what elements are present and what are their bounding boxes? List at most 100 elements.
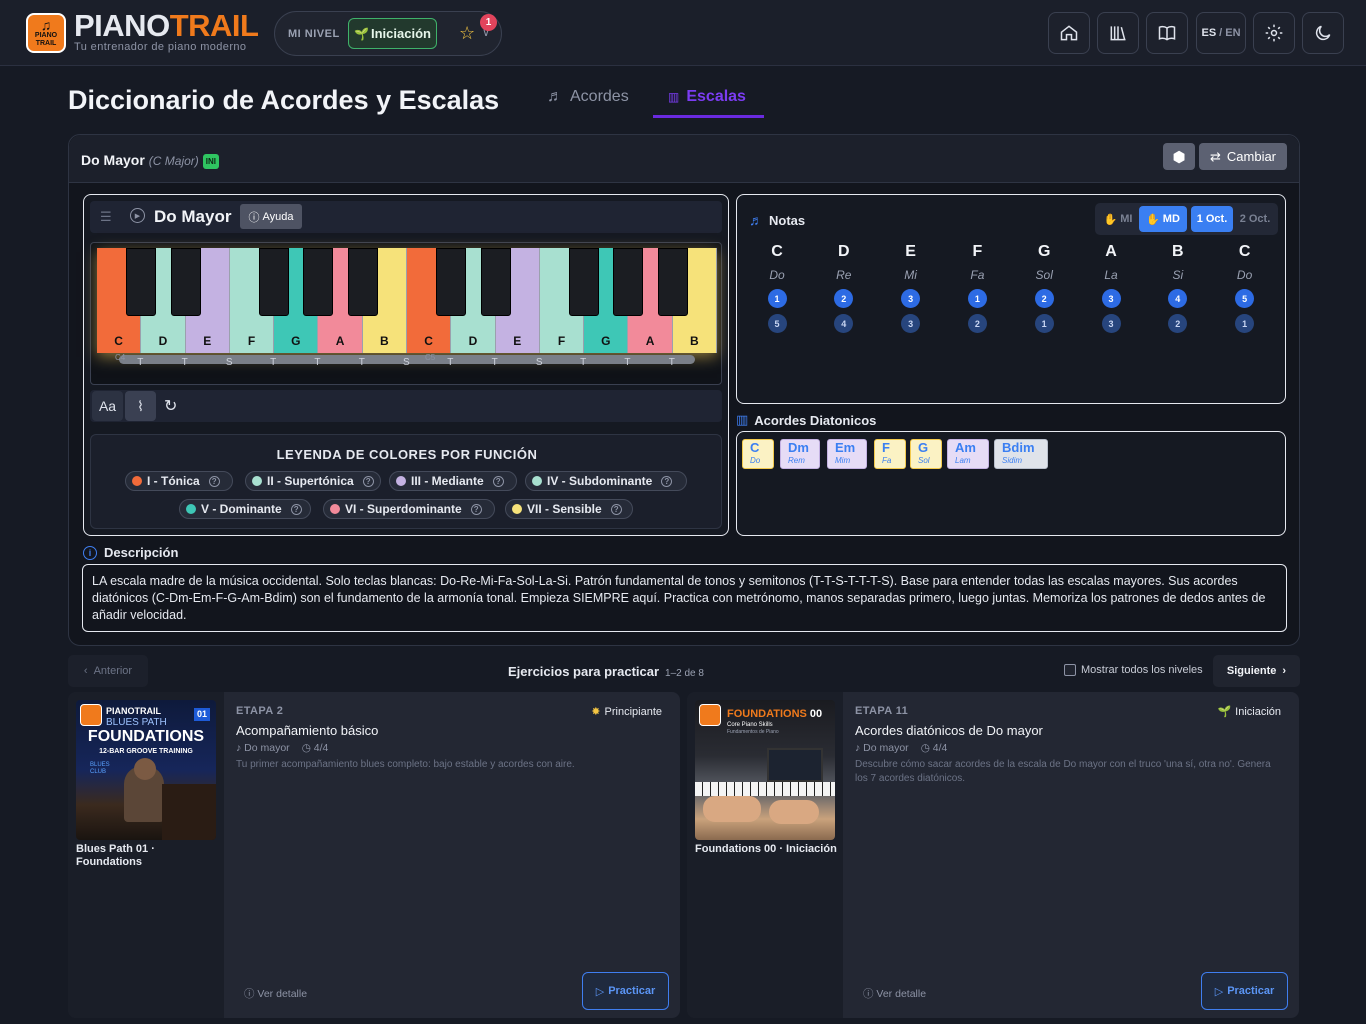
diatonic-chord[interactable]: F Fa (874, 439, 906, 469)
exercise-card[interactable]: PIANOTRAIL BLUES PATH 01 FOUNDATIONS 12-… (68, 692, 680, 1018)
left-hand-finger: 4 (834, 314, 854, 333)
help-icon[interactable]: ? (290, 503, 302, 515)
exercise-description: Descubre cómo sacar acordes de la escala… (855, 759, 1271, 784)
change-button[interactable]: ⇄ Cambiar (1199, 143, 1287, 170)
sprout-icon: 🌱 (354, 26, 369, 41)
diatonic-chord[interactable]: Dm Rem (780, 439, 820, 469)
notes-header: ♬ Notas (749, 212, 805, 228)
refresh-icon[interactable]: ↻ (164, 396, 177, 416)
exercise-title: Acompañamiento básico (236, 723, 379, 738)
random-button[interactable]: ⬢ (1163, 143, 1195, 170)
help-button[interactable]: ⓘ Ayuda (240, 204, 302, 229)
practice-button[interactable]: ▷ Practicar (1201, 972, 1288, 1010)
book-button[interactable] (1146, 12, 1188, 54)
swap-icon: ⇄ (1209, 148, 1221, 164)
tab-acordes[interactable]: ♬ Acordes (547, 88, 629, 106)
scale-title: Do Mayor (C Major) INI (81, 152, 220, 169)
show-all-checkbox[interactable] (1064, 664, 1076, 676)
two-octave-button[interactable]: 2 Oct. (1235, 206, 1275, 232)
black-key[interactable] (657, 248, 688, 316)
help-icon[interactable]: ? (470, 503, 482, 515)
settings-button[interactable] (1253, 12, 1295, 54)
next-button[interactable]: Siguiente › (1213, 655, 1300, 687)
hand-icon: ✋ (1103, 213, 1118, 226)
language-toggle[interactable]: ES / EN (1196, 12, 1246, 54)
diatonic-chord[interactable]: Am Lam (947, 439, 989, 469)
chord-name: G (918, 440, 929, 455)
legend-chip[interactable]: V - Dominante? (179, 499, 311, 519)
dice-icon: ⬢ (1172, 148, 1186, 166)
one-octave-button[interactable]: 1 Oct. (1191, 206, 1233, 232)
diatonic-chords-card: C Do Dm Rem Em Mim F Fa G Sol Am Lam Bdim Sidim (736, 431, 1286, 536)
legend-label: V - Dominante (201, 502, 282, 516)
chord-solfege: Rem (788, 456, 805, 465)
legend-chip[interactable]: I - Tónica? (125, 471, 233, 491)
home-button[interactable] (1048, 12, 1090, 54)
tab-escalas[interactable]: ▥ Escalas (668, 88, 746, 106)
legend-chip[interactable]: VI - Superdominante? (323, 499, 495, 519)
right-hand-label: MD (1162, 213, 1180, 225)
black-key[interactable] (126, 248, 157, 316)
help-icon[interactable]: ? (362, 475, 374, 487)
help-icon[interactable]: ? (661, 475, 673, 487)
exercises-title-text: Ejercicios para practicar (508, 664, 660, 679)
legend-chip[interactable]: III - Mediante? (389, 471, 517, 491)
solfege-name: Si (1172, 268, 1184, 282)
view-detail-link[interactable]: ⓘ Ver detalle (863, 986, 926, 1001)
step-label: T (624, 357, 631, 368)
black-key[interactable] (613, 248, 644, 316)
piano-keyboard[interactable]: CDEFGABCDEFGAB (97, 248, 717, 353)
black-key[interactable] (436, 248, 467, 316)
diatonic-chord[interactable]: Bdim Sidim (994, 439, 1048, 469)
black-key[interactable] (569, 248, 600, 316)
diatonic-chord[interactable]: G Sol (910, 439, 942, 469)
exercise-meta: ♪ Do mayor ◷ 4/4 (855, 742, 947, 754)
exercise-caption: Blues Path 01 · Foundations (76, 843, 155, 868)
legend-chip[interactable]: II - Supertónica? (245, 471, 381, 491)
black-key[interactable] (170, 248, 201, 316)
note-name: E (905, 243, 916, 260)
app-logo[interactable]: ♫ PIANO TRAIL (26, 13, 66, 53)
diatonic-chord[interactable]: C Do (742, 439, 774, 469)
step-label: T (181, 357, 188, 368)
help-icon[interactable]: ? (208, 475, 220, 487)
current-level-button[interactable]: 🌱 Iniciación (348, 18, 437, 49)
practice-button[interactable]: ▷ Practicar (582, 972, 669, 1010)
exercise-meter: ◷ 4/4 (921, 742, 948, 754)
pattern-toggle[interactable]: ⌇ (125, 391, 156, 421)
thumbnail-logo (80, 704, 102, 726)
legend-chip[interactable]: VII - Sensible? (505, 499, 633, 519)
help-icon[interactable]: ? (610, 503, 622, 515)
show-all-levels[interactable]: Mostrar todos los niveles (1064, 664, 1203, 676)
thumbnail-logo (699, 704, 721, 726)
star-icon[interactable]: ☆ (459, 23, 475, 44)
black-key[interactable] (347, 248, 378, 316)
help-icon[interactable]: ? (492, 475, 504, 487)
bar-chart-icon: ▥ (668, 90, 680, 104)
list-icon[interactable]: ☰ (100, 209, 112, 225)
legend-chip[interactable]: IV - Subdominante? (525, 471, 687, 491)
note-names-toggle[interactable]: Aa (92, 391, 123, 421)
library-button[interactable] (1097, 12, 1139, 54)
previous-button[interactable]: ‹ Anterior (68, 655, 148, 687)
description-text: LA escala madre de la música occidental.… (82, 564, 1287, 632)
key-label: A (645, 334, 655, 348)
exercise-card[interactable]: FOUNDATIONS 00 Core Piano Skills Fundame… (687, 692, 1299, 1018)
diatonic-chord[interactable]: Em Mim (827, 439, 867, 469)
level-selector[interactable]: MI NIVEL 🌱 Iniciación ☆ ∨ 1 (274, 11, 502, 56)
view-detail-link[interactable]: ⓘ Ver detalle (244, 986, 307, 1001)
black-key[interactable] (259, 248, 290, 316)
chord-solfege: Mim (835, 456, 851, 465)
scale-panel: Do Mayor (C Major) INI ⬢ ⇄ Cambiar ☰ ▶ Do M… (68, 134, 1300, 646)
key-label: E (203, 334, 212, 348)
play-icon[interactable]: ▶ (130, 208, 145, 223)
left-hand-button[interactable]: ✋ MI (1099, 206, 1137, 232)
black-key[interactable] (303, 248, 334, 316)
black-key[interactable] (480, 248, 511, 316)
right-hand-button[interactable]: ✋ MD (1139, 206, 1187, 232)
moon-icon (1315, 25, 1331, 41)
theme-toggle-button[interactable] (1302, 12, 1344, 54)
view-detail-label: Ver detalle (257, 988, 308, 1000)
note-column: F Fa 1 2 (957, 243, 997, 333)
right-hand-finger: 3 (901, 289, 921, 308)
